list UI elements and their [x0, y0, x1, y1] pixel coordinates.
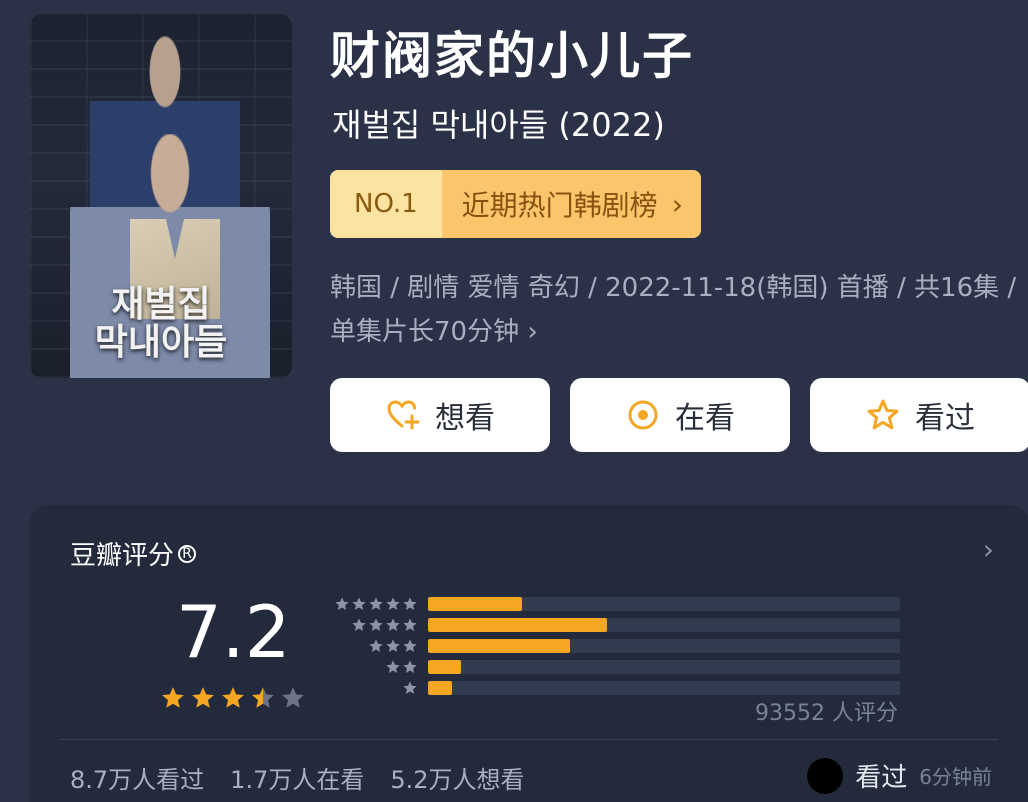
star-half-icon [252, 687, 274, 708]
star-icon [403, 680, 417, 694]
rating-row-5-star [322, 593, 900, 614]
star-empty-icon [282, 687, 304, 708]
rating-bar-track [428, 638, 900, 653]
rating-bar-fill [428, 659, 462, 674]
rating-bar-track [428, 596, 900, 611]
star-icon [386, 596, 400, 610]
rating-distribution [322, 593, 900, 698]
ranking-badge[interactable]: NO.1 近期热门韩剧榜 › [330, 170, 701, 238]
rank-list-name: 近期热门韩剧榜 [461, 189, 658, 222]
star-level [322, 596, 418, 612]
avatar [807, 757, 844, 794]
star-filled-icon [162, 687, 184, 708]
rating-score: 7.2 [176, 590, 291, 674]
rating-bar-track [428, 617, 900, 632]
star-icon [335, 596, 349, 610]
star-icon [352, 617, 366, 631]
poster-title: 재벌집 막내아들 [94, 284, 228, 363]
star-level [322, 617, 418, 633]
original-title: 재벌집 막내아들 (2022) [332, 106, 665, 144]
watched-label: 看过 [915, 401, 975, 436]
star-outline-icon [867, 399, 899, 430]
rating-bar-fill [428, 638, 570, 653]
rating-bar-fill [428, 680, 452, 695]
star-icon [369, 596, 383, 610]
rank-list: 近期热门韩剧榜 › [441, 170, 701, 238]
rating-bar-track [428, 680, 900, 695]
star-icon [403, 638, 417, 652]
watching-label: 在看 [675, 401, 735, 436]
watched-count: 8.7万人看过 [70, 766, 205, 794]
rating-bar-fill [428, 617, 608, 632]
friend-action: 看过 [855, 763, 908, 793]
star-icon [403, 659, 417, 673]
registered-icon: R [178, 544, 197, 563]
poster-image[interactable]: 재벌집 막내아들 [30, 14, 292, 378]
star-icon [352, 596, 366, 610]
star-level [322, 659, 418, 675]
vote-count: 93552 人评分 [755, 701, 898, 726]
friend-activity[interactable]: 看过 6分钟前 [807, 757, 992, 794]
rating-header[interactable]: 豆瓣评分 R [70, 535, 197, 572]
divider [60, 739, 998, 740]
page-title: 财阀家的小儿子 [330, 27, 694, 85]
heart-plus-icon [387, 400, 420, 430]
watching-count: 1.7万人在看 [230, 766, 365, 794]
star-icon [403, 617, 417, 631]
star-icon [369, 617, 383, 631]
audience-stats: 8.7万人看过 1.7万人在看 5.2万人想看 [70, 760, 525, 795]
action-bar: 想看 在看 看过 [330, 378, 1028, 452]
rating-row-4-star [322, 614, 900, 635]
rank-number: NO.1 [330, 170, 442, 238]
rating-stars [160, 685, 306, 711]
want-count: 5.2万人想看 [390, 766, 525, 794]
rating-bar-track [428, 659, 900, 674]
star-icon [386, 617, 400, 631]
target-circle-icon [628, 400, 658, 430]
rating-bar-fill [428, 596, 523, 611]
chevron-right-icon[interactable]: › [983, 533, 994, 566]
chevron-right-icon: › [671, 187, 683, 221]
meta-info[interactable]: 韩国 / 剧情 爱情 奇幻 / 2022-11-18(韩国) 首播 / 共16集… [330, 266, 1028, 354]
rating-card: 豆瓣评分 R › 7.2 93552 人评分 8.7万人看过 1.7万人在看 5… [30, 505, 1028, 802]
star-icon [386, 638, 400, 652]
star-icon [403, 596, 417, 610]
rating-header-label: 豆瓣评分 [70, 541, 175, 571]
star-level [322, 680, 418, 696]
star-filled-icon [192, 687, 214, 708]
rating-row-3-star [322, 635, 900, 656]
friend-time: 6分钟前 [919, 765, 992, 789]
want-to-watch-label: 想看 [435, 401, 495, 436]
star-filled-icon [222, 687, 244, 708]
star-level [322, 638, 418, 654]
star-icon [369, 638, 383, 652]
rating-row-2-star [322, 656, 900, 677]
want-to-watch-button[interactable]: 想看 [330, 378, 550, 452]
watched-button[interactable]: 看过 [810, 378, 1028, 452]
watching-button[interactable]: 在看 [570, 378, 790, 452]
star-icon [386, 659, 400, 673]
